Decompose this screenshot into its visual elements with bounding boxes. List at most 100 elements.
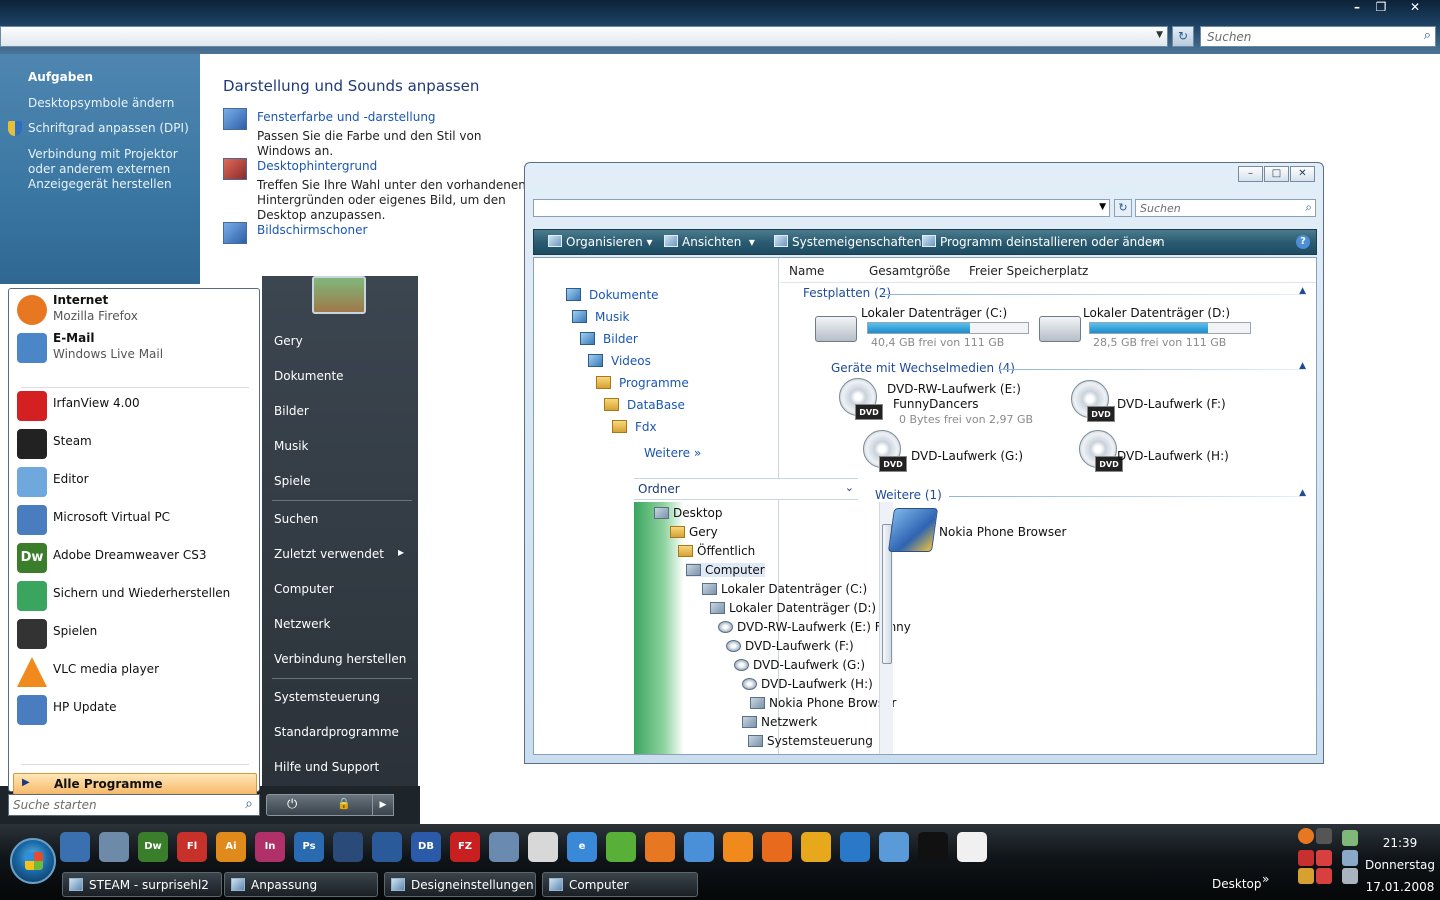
drive-f-name[interactable]: DVD-Laufwerk (F:) [1117,397,1226,411]
task-button-personalization[interactable]: Anpassung [224,872,378,897]
quick-launch-icon[interactable] [918,832,948,862]
quick-launch-icon[interactable]: Ai [216,832,246,862]
favorites-more-link[interactable]: Weitere » [644,446,701,460]
desktop-toolbar-label[interactable]: Desktop [1212,877,1262,891]
quick-launch-icon[interactable] [372,832,402,862]
start-link-computer[interactable]: Computer [274,582,334,596]
column-header-name[interactable]: Name [789,264,824,278]
minimize-button[interactable]: – [1346,0,1368,16]
chevron-down-icon[interactable]: ▼ [1156,30,1163,40]
tree-item-public[interactable]: Öffentlich [678,544,755,558]
quick-launch-icon[interactable] [801,832,831,862]
start-link-network[interactable]: Netzwerk [274,617,330,631]
power-icon[interactable]: ⏻ [287,797,297,812]
drive-d-name[interactable]: Lokaler Datenträger (D:) [1083,306,1230,320]
quick-launch-icon[interactable] [957,832,987,862]
user-picture[interactable] [312,276,366,314]
drive-g-name[interactable]: DVD-Laufwerk (G:) [911,449,1023,463]
favorite-link[interactable]: Videos [588,354,651,368]
help-icon[interactable]: ? [1296,235,1310,249]
tray-app-icon[interactable] [1298,868,1314,884]
chevron-up-icon[interactable]: ▲ [1299,286,1306,296]
firefox-tray-icon[interactable] [1298,828,1314,844]
program-item-dreamweaver[interactable]: Dw Adobe Dreamweaver CS3 [13,539,257,575]
quick-launch-icon[interactable]: FZ [450,832,480,862]
quick-launch-icon[interactable] [60,832,90,862]
start-link-pictures[interactable]: Bilder [274,404,309,418]
link-screensaver[interactable]: Bildschirmschoner [257,223,367,237]
refresh-icon[interactable]: ↻ [1172,26,1194,47]
start-link-search[interactable]: Suchen [274,512,318,526]
task-button-steam[interactable]: STEAM - surprisehl2 [62,872,222,897]
program-item-backup[interactable]: Sichern und Wiederherstellen [13,577,257,613]
chevron-right-icon[interactable]: » [1262,872,1269,886]
program-item-internet[interactable]: Internet Mozilla Firefox [13,291,257,327]
quick-launch-icon[interactable] [762,832,792,862]
favorite-link[interactable]: Dokumente [566,288,659,302]
shutdown-options-button[interactable]: ▶ [372,794,394,816]
volume-icon[interactable] [1342,868,1358,884]
favorite-link[interactable]: Musik [572,310,630,324]
task-link-dpi[interactable]: Schriftgrad anpassen (DPI) [28,121,196,136]
quick-launch-icon[interactable] [489,832,519,862]
search-input[interactable]: Suchen ⌕ [1200,26,1436,47]
start-link-documents[interactable]: Dokumente [274,369,344,383]
nokia-phone-browser-name[interactable]: Nokia Phone Browser [939,525,1066,539]
chevron-up-icon[interactable]: ▲ [1299,488,1306,498]
views-button[interactable]: Ansichten ▾ [664,235,755,249]
quick-launch-icon[interactable] [99,832,129,862]
quick-launch-icon[interactable]: DB [411,832,441,862]
quick-launch-icon[interactable]: Fl [177,832,207,862]
link-window-color[interactable]: Fensterfarbe und -darstellung [257,110,436,124]
task-link-projector[interactable]: Verbindung mit Projektor oder anderem ex… [28,147,196,192]
alert-icon[interactable] [1316,850,1332,866]
drive-e-name[interactable]: DVD-RW-Laufwerk (E:) [887,382,1021,396]
security-shield-icon[interactable] [1298,850,1314,866]
program-item-irfanview[interactable]: IrfanView 4.00 [13,387,257,423]
task-link-desktop-icons[interactable]: Desktopsymbole ändern [28,96,196,111]
tree-item-desktop[interactable]: Desktop [654,506,723,520]
tree-item-computer[interactable]: Computer [686,563,765,577]
address-bar[interactable]: ▼ [533,199,1110,217]
battery-icon[interactable] [1342,830,1358,846]
quick-launch-icon[interactable] [840,832,870,862]
search-input[interactable]: Suchen ⌕ [1135,199,1316,217]
tray-app-icon[interactable] [1316,868,1332,884]
quick-launch-icon[interactable]: Ps [294,832,324,862]
quick-launch-icon[interactable] [879,832,909,862]
clock[interactable]: 21:39 Donnerstag 17.01.2008 [1360,832,1440,898]
link-wallpaper[interactable]: Desktophintergrund [257,159,377,173]
toolbar-more-button[interactable]: » [1152,235,1159,249]
start-link-control-panel[interactable]: Systemsteuerung [274,690,380,704]
program-item-steam[interactable]: Steam [13,425,257,461]
quick-launch-icon[interactable]: In [255,832,285,862]
quick-launch-icon[interactable] [333,832,363,862]
start-link-music[interactable]: Musik [274,439,309,453]
quick-launch-icon[interactable]: Dw [138,832,168,862]
minimize-button[interactable]: – [1238,166,1263,182]
quick-launch-icon[interactable] [723,832,753,862]
maximize-button[interactable]: □ [1264,166,1289,182]
program-item-email[interactable]: E-Mail Windows Live Mail [13,329,257,365]
start-link-games[interactable]: Spiele [274,474,311,488]
address-bar[interactable]: ▼ [0,26,1168,47]
start-search-input[interactable]: Suche starten ⌕ [8,794,260,816]
chevron-up-icon[interactable]: ▲ [1299,361,1306,371]
search-icon[interactable]: ⌕ [1424,28,1431,43]
system-properties-button[interactable]: Systemeigenschaften [774,235,922,249]
steam-tray-icon[interactable] [1316,828,1332,844]
program-item-hp-update[interactable]: HP Update [13,691,257,727]
quick-launch-icon[interactable]: e [567,832,597,862]
quick-launch-icon[interactable] [606,832,636,862]
favorite-link[interactable]: Fdx [612,420,657,434]
organize-button[interactable]: Organisieren ▾ [548,235,653,249]
network-icon[interactable] [1342,850,1358,866]
start-link-connect[interactable]: Verbindung herstellen [274,652,406,666]
close-button[interactable]: ✕ [1400,0,1430,16]
start-link-user[interactable]: Gery [274,334,303,348]
favorite-link[interactable]: Bilder [580,332,638,346]
quick-launch-icon[interactable] [684,832,714,862]
program-item-editor[interactable]: Editor [13,463,257,499]
program-item-vlc[interactable]: VLC media player [13,653,257,689]
group-header-other[interactable]: Weitere (1) [875,488,942,502]
